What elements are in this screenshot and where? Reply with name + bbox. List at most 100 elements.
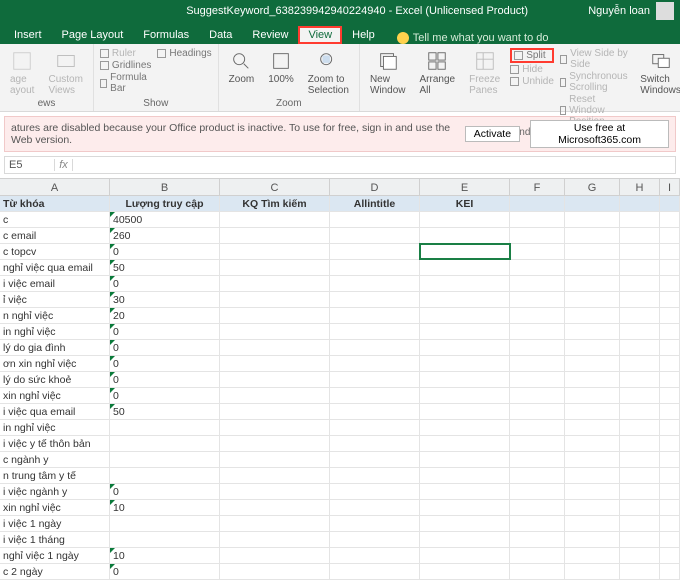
cell[interactable]: in nghỉ việc bbox=[0, 324, 110, 339]
tab-help[interactable]: Help bbox=[342, 26, 385, 44]
custom-views-button[interactable]: Custom Views bbox=[44, 48, 86, 98]
cell[interactable] bbox=[220, 548, 330, 563]
cell[interactable] bbox=[620, 404, 660, 419]
cell[interactable] bbox=[110, 452, 220, 467]
cell[interactable] bbox=[330, 260, 420, 275]
column-header[interactable]: A bbox=[0, 179, 110, 195]
cell[interactable] bbox=[660, 276, 680, 291]
cell[interactable] bbox=[620, 484, 660, 499]
cell[interactable] bbox=[510, 308, 565, 323]
cell[interactable] bbox=[510, 564, 565, 579]
cell[interactable] bbox=[510, 484, 565, 499]
use-free-button[interactable]: Use free at Microsoft365.com bbox=[530, 120, 669, 148]
cell[interactable] bbox=[330, 420, 420, 435]
cell[interactable] bbox=[660, 548, 680, 563]
cell[interactable] bbox=[660, 468, 680, 483]
cell[interactable] bbox=[510, 244, 565, 259]
cell[interactable] bbox=[330, 404, 420, 419]
cell[interactable]: c ngành y bbox=[0, 452, 110, 467]
arrange-all-button[interactable]: Arrange All bbox=[416, 48, 460, 98]
cell[interactable] bbox=[620, 532, 660, 547]
cell[interactable] bbox=[220, 244, 330, 259]
cell[interactable] bbox=[420, 436, 510, 451]
split-button[interactable]: Split bbox=[510, 48, 554, 63]
cell[interactable] bbox=[565, 452, 620, 467]
cell[interactable] bbox=[565, 276, 620, 291]
cell[interactable] bbox=[620, 564, 660, 579]
cell[interactable]: 260 bbox=[110, 228, 220, 243]
cell[interactable] bbox=[420, 324, 510, 339]
cell[interactable] bbox=[565, 532, 620, 547]
cell[interactable] bbox=[620, 356, 660, 371]
cell[interactable] bbox=[620, 292, 660, 307]
cell[interactable]: c bbox=[0, 212, 110, 227]
cell[interactable]: i việc email bbox=[0, 276, 110, 291]
avatar[interactable] bbox=[656, 2, 674, 20]
cell[interactable]: i việc ngành y bbox=[0, 484, 110, 499]
zoom-100-button[interactable]: 100% bbox=[264, 48, 298, 87]
cell[interactable] bbox=[330, 484, 420, 499]
cell[interactable]: i việc 1 ngày bbox=[0, 516, 110, 531]
cell[interactable] bbox=[420, 308, 510, 323]
cell[interactable] bbox=[220, 372, 330, 387]
cell[interactable] bbox=[620, 436, 660, 451]
cell[interactable] bbox=[510, 388, 565, 403]
cell[interactable] bbox=[330, 292, 420, 307]
cell[interactable] bbox=[565, 292, 620, 307]
cell[interactable] bbox=[420, 564, 510, 579]
cell[interactable] bbox=[110, 436, 220, 451]
cell[interactable]: ỉ việc bbox=[0, 292, 110, 307]
cell[interactable]: 50 bbox=[110, 404, 220, 419]
column-header[interactable]: D bbox=[330, 179, 420, 195]
header-cell[interactable] bbox=[660, 196, 680, 211]
freeze-panes-button[interactable]: Freeze Panes bbox=[465, 48, 504, 98]
cell[interactable] bbox=[220, 276, 330, 291]
cell[interactable]: nghỉ việc 1 ngày bbox=[0, 548, 110, 563]
cell[interactable] bbox=[620, 324, 660, 339]
cell[interactable] bbox=[220, 564, 330, 579]
cell[interactable] bbox=[220, 340, 330, 355]
cell[interactable] bbox=[565, 548, 620, 563]
cell[interactable] bbox=[220, 404, 330, 419]
cell[interactable]: 20 bbox=[110, 308, 220, 323]
cell[interactable] bbox=[620, 500, 660, 515]
cell[interactable] bbox=[510, 548, 565, 563]
gridlines-checkbox[interactable]: Gridlines bbox=[100, 60, 151, 71]
cell[interactable] bbox=[620, 260, 660, 275]
cell[interactable] bbox=[220, 420, 330, 435]
cell[interactable] bbox=[420, 228, 510, 243]
cell[interactable]: nghỉ việc qua email bbox=[0, 260, 110, 275]
cell[interactable] bbox=[565, 516, 620, 531]
cell[interactable] bbox=[660, 404, 680, 419]
cell[interactable] bbox=[110, 532, 220, 547]
name-box[interactable]: E5 bbox=[5, 159, 55, 171]
cell[interactable] bbox=[420, 292, 510, 307]
cell[interactable] bbox=[330, 468, 420, 483]
header-cell[interactable]: KQ Tìm kiếm bbox=[220, 196, 330, 211]
cell[interactable] bbox=[330, 436, 420, 451]
zoom-button[interactable]: Zoom bbox=[225, 48, 259, 87]
cell[interactable]: 50 bbox=[110, 260, 220, 275]
cell[interactable] bbox=[420, 372, 510, 387]
cell[interactable]: 0 bbox=[110, 340, 220, 355]
cell[interactable] bbox=[565, 420, 620, 435]
cell[interactable] bbox=[510, 372, 565, 387]
header-cell[interactable] bbox=[510, 196, 565, 211]
cell[interactable] bbox=[620, 452, 660, 467]
cell[interactable] bbox=[620, 468, 660, 483]
cell[interactable]: ơn xin nghỉ việc bbox=[0, 356, 110, 371]
cell[interactable] bbox=[660, 372, 680, 387]
cell[interactable] bbox=[565, 324, 620, 339]
cell[interactable] bbox=[420, 484, 510, 499]
column-header[interactable]: G bbox=[565, 179, 620, 195]
cell[interactable] bbox=[420, 340, 510, 355]
cell[interactable]: 30 bbox=[110, 292, 220, 307]
cell[interactable] bbox=[620, 228, 660, 243]
cell[interactable] bbox=[510, 500, 565, 515]
cell[interactable] bbox=[620, 388, 660, 403]
cell[interactable] bbox=[660, 516, 680, 531]
header-cell[interactable]: Lượng truy cập bbox=[110, 196, 220, 211]
cell[interactable] bbox=[660, 324, 680, 339]
cell[interactable] bbox=[660, 532, 680, 547]
cell[interactable] bbox=[220, 500, 330, 515]
